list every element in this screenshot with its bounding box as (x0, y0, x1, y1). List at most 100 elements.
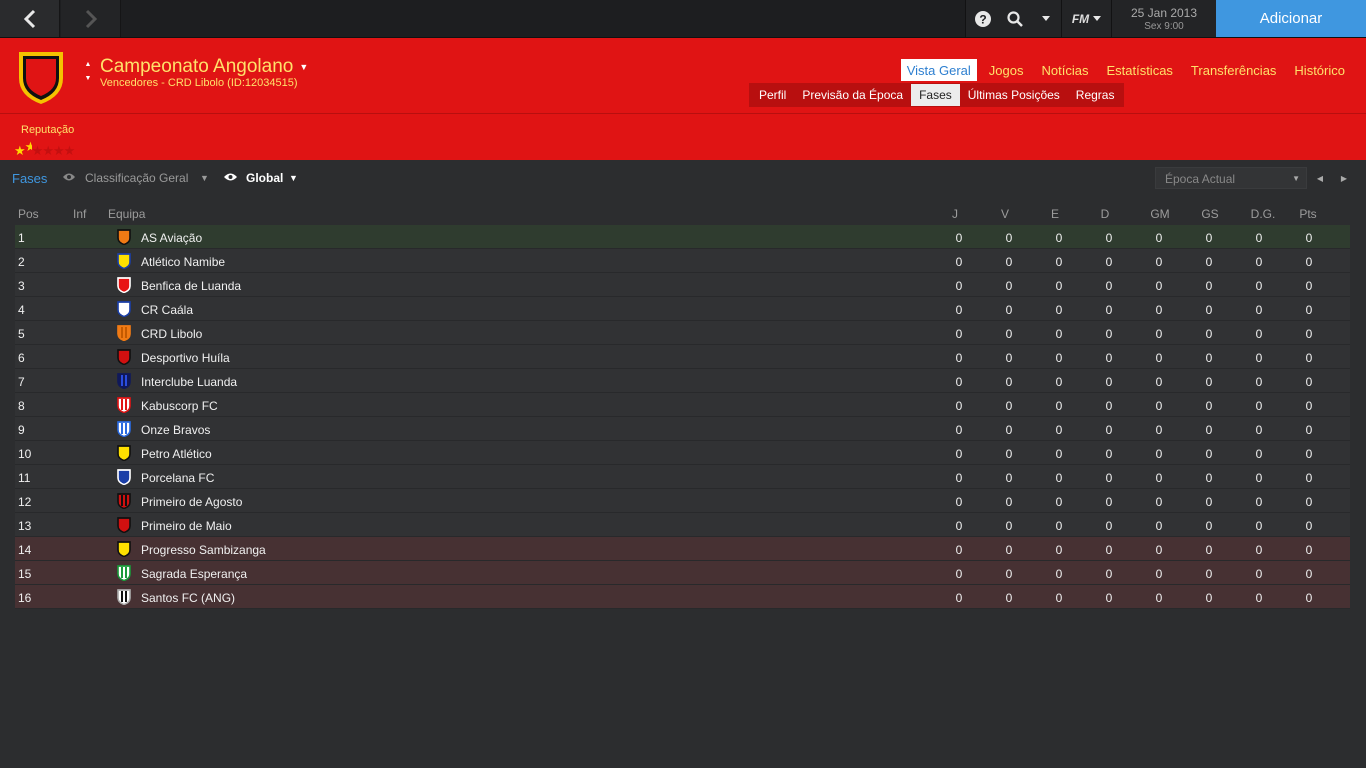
table-row[interactable]: 3 Benfica de Luanda 0 0 0 0 0 0 0 0 (15, 273, 1350, 297)
continue-button[interactable]: Adicionar (1216, 0, 1366, 37)
table-row[interactable]: 8 Kabuscorp FC 0 0 0 0 0 0 0 0 (15, 393, 1350, 417)
stat-played: 0 (955, 399, 963, 413)
stat-played: 0 (955, 519, 963, 533)
subtab-ultimas-posicoes[interactable]: Últimas Posições (960, 84, 1068, 106)
season-next-button[interactable]: ▶ (1333, 167, 1355, 189)
caret-down-icon[interactable]: ▼ (200, 173, 209, 183)
team-name-link[interactable]: Santos FC (ANG) (141, 591, 235, 605)
team-name-link[interactable]: Benfica de Luanda (141, 279, 241, 293)
stat-lost: 0 (1105, 303, 1113, 317)
team-name-link[interactable]: Primeiro de Maio (141, 519, 232, 533)
subtab-fases[interactable]: Fases (911, 84, 960, 106)
team-name-link[interactable]: Primeiro de Agosto (141, 495, 242, 509)
chevron-left-icon (23, 9, 35, 28)
col-gs[interactable]: GS (1190, 207, 1230, 221)
team-name-link[interactable]: Atlético Namibe (141, 255, 225, 269)
tab-vista-geral[interactable]: Vista Geral (900, 59, 977, 81)
col-pos[interactable]: Pos (18, 207, 39, 221)
stat-points: 0 (1305, 279, 1313, 293)
subtab-perfil[interactable]: Perfil (751, 84, 794, 106)
team-name-link[interactable]: Onze Bravos (141, 423, 210, 437)
team-name-link[interactable]: AS Aviação (141, 231, 202, 245)
competition-switcher[interactable]: ▲ ▼ (83, 58, 93, 88)
stat-played: 0 (955, 423, 963, 437)
forward-button[interactable] (61, 0, 121, 37)
stat-drawn: 0 (1055, 231, 1063, 245)
col-e[interactable]: E (1035, 207, 1075, 221)
table-row[interactable]: 7 Interclube Luanda 0 0 0 0 0 0 0 0 (15, 369, 1350, 393)
team-name-link[interactable]: Porcelana FC (141, 471, 214, 485)
team-name-link[interactable]: Kabuscorp FC (141, 399, 218, 413)
team-name-link[interactable]: Progresso Sambizanga (141, 543, 266, 557)
table-row[interactable]: 1 AS Aviação 0 0 0 0 0 0 0 0 (15, 225, 1350, 249)
arrow-up-icon[interactable]: ▲ (83, 58, 93, 72)
table-row[interactable]: 12 Primeiro de Agosto 0 0 0 0 0 0 0 0 (15, 489, 1350, 513)
stat-played: 0 (955, 231, 963, 245)
col-inf[interactable]: Inf (73, 207, 86, 221)
stat-drawn: 0 (1055, 591, 1063, 605)
stat-lost: 0 (1105, 375, 1113, 389)
league-table: Pos Inf Equipa J V E D GM GS D.G. Pts 1 … (15, 201, 1350, 609)
team-name-link[interactable]: CR Caála (141, 303, 193, 317)
table-row[interactable]: 2 Atlético Namibe 0 0 0 0 0 0 0 0 (15, 249, 1350, 273)
stat-points: 0 (1305, 519, 1313, 533)
col-pts[interactable]: Pts (1288, 207, 1328, 221)
col-v[interactable]: V (985, 207, 1025, 221)
caret-down-icon[interactable]: ▼ (289, 173, 298, 183)
season-prev-button[interactable]: ◀ (1309, 167, 1331, 189)
tab-noticias[interactable]: Notícias (1035, 59, 1094, 81)
col-j[interactable]: J (935, 207, 975, 221)
table-row[interactable]: 4 CR Caála 0 0 0 0 0 0 0 0 (15, 297, 1350, 321)
help-button[interactable]: ? (965, 0, 999, 37)
col-gm[interactable]: GM (1140, 207, 1180, 221)
table-row[interactable]: 15 Sagrada Esperança 0 0 0 0 0 0 0 0 (15, 561, 1350, 585)
stat-played: 0 (955, 327, 963, 341)
table-row[interactable]: 16 Santos FC (ANG) 0 0 0 0 0 0 0 0 (15, 585, 1350, 609)
eye-icon (63, 173, 75, 181)
table-row[interactable]: 5 CRD Libolo 0 0 0 0 0 0 0 0 (15, 321, 1350, 345)
season-select[interactable]: Época Actual ▼ (1155, 167, 1307, 189)
table-row[interactable]: 9 Onze Bravos 0 0 0 0 0 0 0 0 (15, 417, 1350, 441)
fm-menu-button[interactable]: FM (1061, 0, 1111, 37)
tab-transferencias[interactable]: Transferências (1185, 59, 1283, 81)
team-badge-icon (117, 493, 131, 509)
table-row[interactable]: 11 Porcelana FC 0 0 0 0 0 0 0 0 (15, 465, 1350, 489)
stat-drawn: 0 (1055, 255, 1063, 269)
tab-jogos[interactable]: Jogos (983, 59, 1030, 81)
col-dg[interactable]: D.G. (1243, 207, 1283, 221)
row-pos: 7 (18, 375, 25, 389)
stat-goal-difference: 0 (1255, 375, 1263, 389)
tab-estatisticas[interactable]: Estatísticas (1100, 59, 1178, 81)
table-row[interactable]: 14 Progresso Sambizanga 0 0 0 0 0 0 0 0 (15, 537, 1350, 561)
stat-lost: 0 (1105, 279, 1113, 293)
back-button[interactable] (0, 0, 60, 37)
scope-select[interactable]: Global (246, 171, 283, 185)
team-name-link[interactable]: Interclube Luanda (141, 375, 237, 389)
table-row[interactable]: 6 Desportivo Huíla 0 0 0 0 0 0 0 0 (15, 345, 1350, 369)
table-row[interactable]: 13 Primeiro de Maio 0 0 0 0 0 0 0 0 (15, 513, 1350, 537)
team-badge-icon (117, 229, 131, 245)
stat-drawn: 0 (1055, 423, 1063, 437)
arrow-down-icon[interactable]: ▼ (83, 72, 93, 86)
col-team[interactable]: Equipa (108, 207, 145, 221)
tab-historico[interactable]: Histórico (1288, 59, 1351, 81)
stat-goals-for: 0 (1155, 447, 1163, 461)
competition-name: Campeonato Angolano (100, 56, 294, 77)
stat-drawn: 0 (1055, 447, 1063, 461)
table-row[interactable]: 10 Petro Atlético 0 0 0 0 0 0 0 0 (15, 441, 1350, 465)
team-badge-icon (117, 565, 131, 581)
team-name-link[interactable]: Desportivo Huíla (141, 351, 230, 365)
page-title[interactable]: Campeonato Angolano ▼ (100, 56, 308, 78)
subtab-previsao[interactable]: Previsão da Época (794, 84, 911, 106)
subtab-regras[interactable]: Regras (1068, 84, 1123, 106)
classification-select[interactable]: Classificação Geral (85, 171, 188, 185)
search-dropdown-button[interactable] (1031, 0, 1061, 37)
team-name-link[interactable]: Petro Atlético (141, 447, 212, 461)
team-name-link[interactable]: CRD Libolo (141, 327, 202, 341)
search-button[interactable] (999, 0, 1031, 37)
fases-link[interactable]: Fases (12, 171, 47, 186)
team-name-link[interactable]: Sagrada Esperança (141, 567, 247, 581)
row-pos: 10 (18, 447, 32, 461)
svg-text:?: ? (979, 12, 986, 26)
col-d[interactable]: D (1085, 207, 1125, 221)
